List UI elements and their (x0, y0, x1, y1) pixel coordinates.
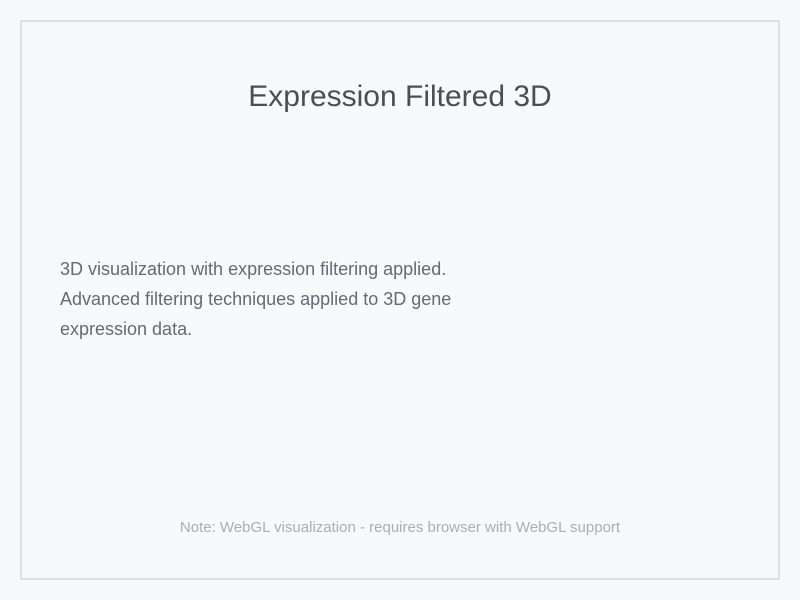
panel-description: 3D visualization with expression filteri… (60, 259, 452, 339)
webgl-note: Note: WebGL visualization - requires bro… (179, 519, 621, 536)
panel-title: Expression Filtered 3D (248, 80, 552, 113)
visualization-panel: Expression Filtered 3D 3D visualization … (20, 20, 780, 580)
